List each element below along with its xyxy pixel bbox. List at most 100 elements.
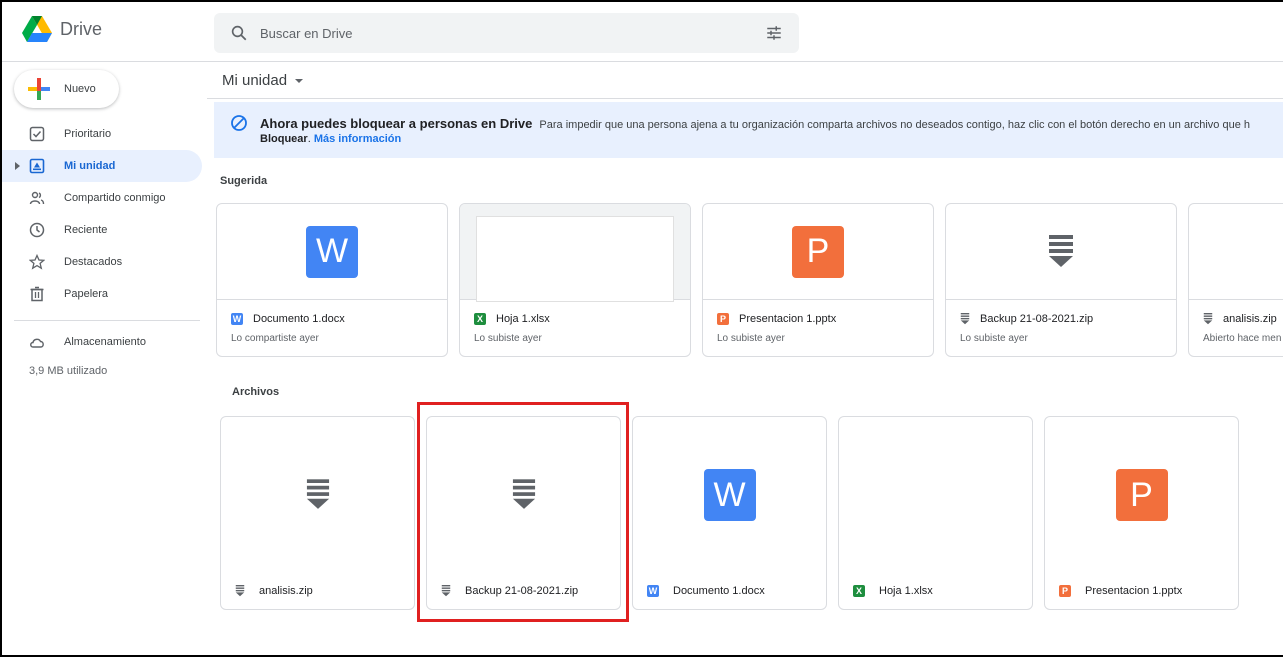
slides-icon: P: [1115, 469, 1168, 521]
zip-icon: [1049, 234, 1073, 267]
sidebar-item-mi-unidad[interactable]: Mi unidad: [2, 150, 202, 182]
sidebar-item-prioritario[interactable]: Prioritario: [2, 118, 202, 150]
drive-logo[interactable]: Drive: [22, 16, 102, 43]
block-icon: [231, 115, 247, 131]
info-banner: Ahora puedes bloquear a personas en Driv…: [214, 102, 1283, 158]
search-bar: [214, 13, 799, 53]
card-title: W Documento 1.docx: [231, 313, 345, 325]
sidebar-divider: [14, 320, 200, 321]
page-title: Mi unidad: [222, 72, 288, 89]
word-icon: W: [647, 585, 659, 597]
card-thumbnail: [946, 204, 1176, 300]
file-name: Documento 1.docx: [673, 585, 765, 597]
new-button-label: Nuevo: [64, 83, 96, 95]
file-card[interactable]: Backup 21-08-2021.zip: [426, 416, 621, 610]
sheets-icon: X: [853, 585, 865, 597]
search-icon[interactable]: [230, 24, 248, 42]
banner-actions: Bloquear. Más información: [260, 133, 401, 145]
file-name: Documento 1.docx: [253, 313, 345, 325]
file-name: Hoja 1.xlsx: [879, 585, 933, 597]
suggested-card[interactable]: Backup 21-08-2021.zip Lo subiste ayer: [945, 203, 1177, 357]
file-name: Hoja 1.xlsx: [496, 313, 550, 325]
file-name: Presentacion 1.pptx: [739, 313, 837, 325]
search-input[interactable]: [260, 25, 740, 41]
slides-icon: P: [717, 313, 729, 325]
banner-heading: Ahora puedes bloquear a personas en Driv…: [260, 116, 533, 131]
new-button[interactable]: Nuevo: [14, 70, 119, 108]
zip-icon: [960, 313, 970, 325]
suggested-card[interactable]: analisis.zip Abierto hace men: [1188, 203, 1283, 357]
page-title-dropdown[interactable]: Mi unidad: [222, 72, 304, 89]
word-icon: W: [231, 313, 243, 325]
sidebar-item-label: Papelera: [64, 288, 109, 300]
card-title: analisis.zip: [1203, 313, 1277, 325]
card-thumbnail: P: [703, 204, 933, 300]
cloud-icon: [30, 338, 44, 348]
card-thumbnail: [460, 204, 690, 302]
drive-window: Drive Nuevo: [0, 0, 1283, 657]
file-name: analisis.zip: [259, 585, 313, 597]
sidebar-item-destacados[interactable]: Destacados: [2, 246, 202, 278]
card-subtitle: Lo subiste ayer: [717, 333, 785, 344]
card-thumbnail: [1189, 204, 1283, 300]
card-thumbnail: P: [1045, 417, 1238, 573]
sidebar-item-label: Compartido conmigo: [64, 192, 166, 204]
suggested-label: Sugerida: [220, 175, 268, 187]
file-card[interactable]: X Hoja 1.xlsx: [838, 416, 1033, 610]
card-title: Backup 21-08-2021.zip: [441, 585, 578, 597]
card-subtitle: Lo subiste ayer: [474, 333, 542, 344]
file-name: analisis.zip: [1223, 313, 1277, 325]
word-icon: W: [703, 469, 756, 521]
sidebar-item-reciente[interactable]: Reciente: [2, 214, 202, 246]
file-card[interactable]: analisis.zip: [220, 416, 415, 610]
zip-icon: [235, 585, 245, 597]
more-info-link[interactable]: Más información: [314, 133, 401, 145]
file-name: Backup 21-08-2021.zip: [465, 585, 579, 597]
sidebar-item-almacenamiento[interactable]: Almacenamiento: [2, 326, 202, 358]
drive-folder-icon: [29, 158, 45, 174]
banner-body: Para impedir que una persona ajena a tu …: [539, 119, 1250, 131]
card-title: P Presentacion 1.pptx: [717, 313, 836, 325]
card-title: X Hoja 1.xlsx: [853, 585, 933, 597]
file-name: Presentacion 1.pptx: [1085, 585, 1183, 597]
sidebar-item-compartido[interactable]: Compartido conmigo: [2, 182, 202, 214]
card-title: Backup 21-08-2021.zip: [960, 313, 1093, 325]
sidebar-item-papelera[interactable]: Papelera: [2, 278, 202, 310]
banner-text: Ahora puedes bloquear a personas en Driv…: [260, 116, 1250, 131]
sheets-icon: X: [474, 313, 486, 325]
card-subtitle: Lo subiste ayer: [960, 333, 1028, 344]
card-subtitle: Lo compartiste ayer: [231, 333, 319, 344]
expand-caret-icon[interactable]: [14, 162, 22, 170]
app-name: Drive: [60, 19, 103, 39]
zip-icon: [1203, 313, 1213, 325]
card-title: P Presentacion 1.pptx: [1059, 585, 1182, 597]
search-options-icon[interactable]: [765, 24, 783, 42]
file-card[interactable]: W W Documento 1.docx: [632, 416, 827, 610]
top-bar: Drive: [2, 2, 1283, 62]
caret-down-icon: [295, 78, 304, 83]
sheet-preview: [476, 216, 674, 302]
title-bar: Mi unidad: [207, 62, 1283, 99]
card-thumbnail: [221, 417, 414, 573]
banner-action: Bloquear: [260, 133, 308, 145]
file-card[interactable]: P P Presentacion 1.pptx: [1044, 416, 1239, 610]
card-title: analisis.zip: [235, 585, 313, 597]
files-label: Archivos: [232, 386, 280, 398]
sidebar-item-label: Mi unidad: [64, 160, 116, 172]
suggested-card[interactable]: P P Presentacion 1.pptx Lo subiste ayer: [702, 203, 934, 357]
slides-icon: P: [792, 225, 844, 278]
card-thumbnail: W: [633, 417, 826, 573]
card-thumbnail: W: [217, 204, 447, 300]
slides-icon: P: [1059, 585, 1071, 597]
sidebar-item-label: Reciente: [64, 224, 108, 236]
file-name: Backup 21-08-2021.zip: [980, 313, 1094, 325]
clock-icon: [29, 222, 45, 238]
storage-label: Almacenamiento: [64, 336, 146, 348]
word-icon: W: [306, 225, 358, 278]
card-title: W Documento 1.docx: [647, 585, 765, 597]
suggested-card[interactable]: W W Documento 1.docx Lo compartiste ayer: [216, 203, 448, 357]
card-subtitle: Abierto hace men: [1203, 333, 1282, 344]
suggested-card[interactable]: X Hoja 1.xlsx Lo subiste ayer: [459, 203, 691, 357]
zip-icon: [441, 585, 451, 597]
zip-icon: [306, 479, 329, 509]
